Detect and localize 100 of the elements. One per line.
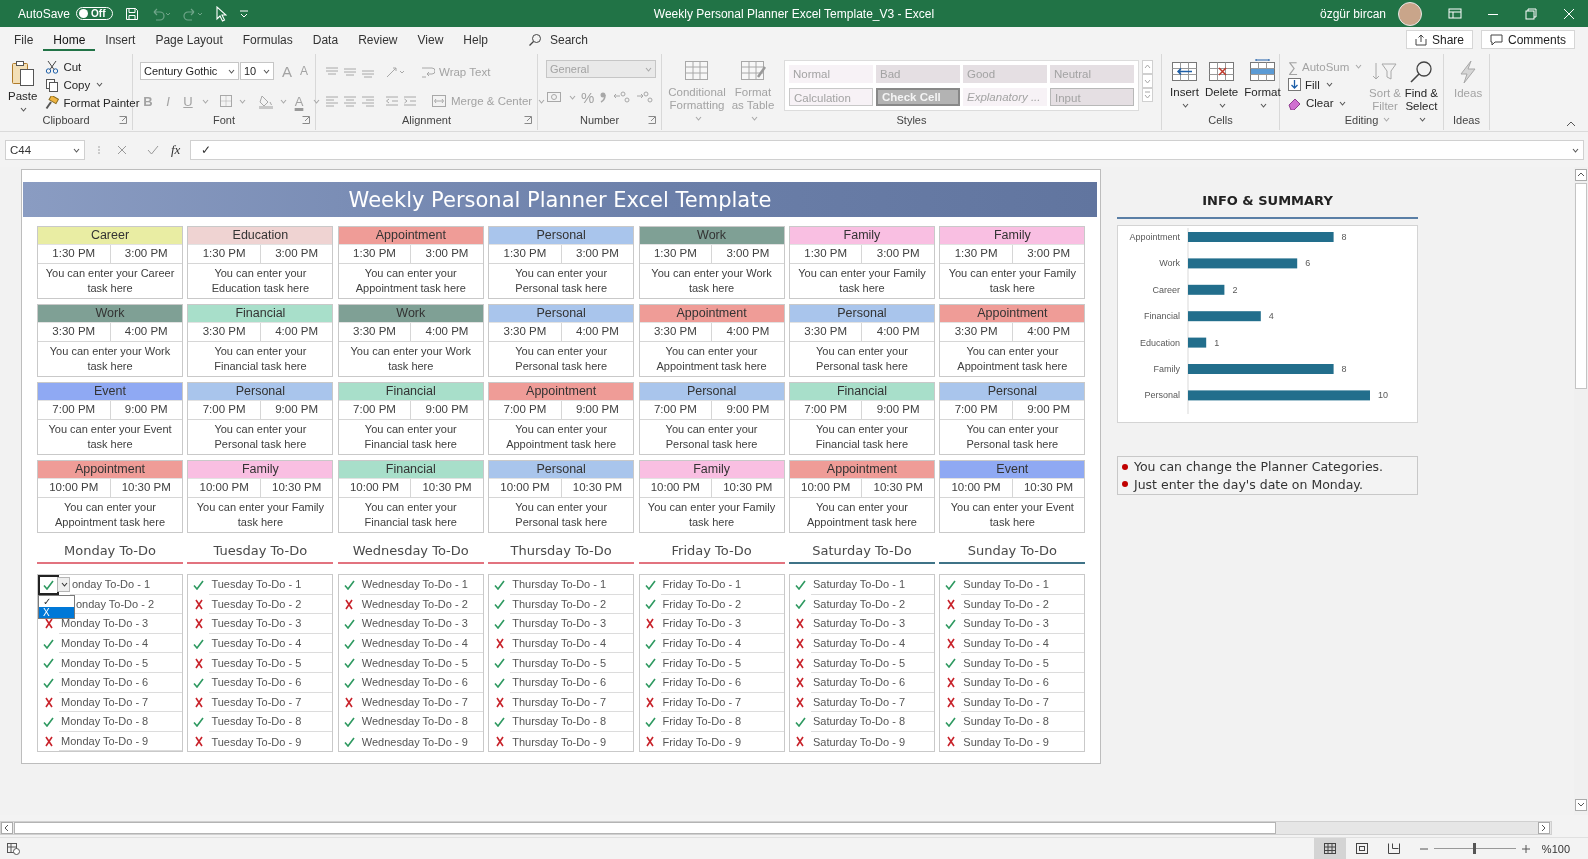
dropdown-button[interactable] xyxy=(57,577,70,593)
cross-icon[interactable] xyxy=(795,638,806,650)
check-icon[interactable] xyxy=(945,716,957,727)
delete-cells-button[interactable]: Delete xyxy=(1205,59,1239,112)
check-icon[interactable] xyxy=(644,579,656,590)
cross-icon[interactable] xyxy=(494,696,505,708)
find-select-button[interactable]: Find & Select xyxy=(1403,60,1439,112)
scroll-up-icon[interactable] xyxy=(1142,60,1153,74)
check-icon[interactable] xyxy=(343,736,355,747)
check-icon[interactable] xyxy=(43,716,54,727)
cut-button[interactable]: Cut xyxy=(45,58,140,76)
ribbon-tab[interactable]: Help xyxy=(453,28,498,51)
cross-icon[interactable] xyxy=(43,618,54,630)
dialog-launcher-icon[interactable] xyxy=(524,115,532,124)
cross-icon[interactable] xyxy=(795,618,806,630)
check-icon[interactable] xyxy=(494,716,506,727)
ribbon-tab[interactable]: Insert xyxy=(95,28,146,51)
insert-function-button[interactable]: fx xyxy=(171,142,181,158)
cross-icon[interactable] xyxy=(945,677,956,689)
check-icon[interactable] xyxy=(945,619,957,629)
cross-icon[interactable] xyxy=(193,657,204,669)
cross-icon[interactable] xyxy=(795,736,806,748)
cross-icon[interactable] xyxy=(193,736,204,748)
borders-icon[interactable] xyxy=(219,94,233,108)
check-icon[interactable] xyxy=(43,638,54,649)
cross-icon[interactable] xyxy=(193,618,204,630)
cross-icon[interactable] xyxy=(494,736,505,748)
insert-cells-button[interactable]: Insert xyxy=(1170,59,1199,112)
horizontal-scrollbar[interactable] xyxy=(0,821,1552,835)
search-field[interactable]: Search xyxy=(550,32,588,47)
cross-icon[interactable] xyxy=(795,657,806,669)
check-icon[interactable] xyxy=(343,619,355,629)
ribbon-tab[interactable]: View xyxy=(407,28,454,51)
check-icon[interactable] xyxy=(644,716,656,727)
redo-icon[interactable] xyxy=(182,6,203,21)
cross-icon[interactable] xyxy=(645,736,656,748)
check-icon[interactable] xyxy=(343,677,355,688)
zoom-in-icon[interactable] xyxy=(1521,844,1530,853)
check-icon[interactable] xyxy=(494,579,506,590)
accounting-icon[interactable] xyxy=(546,90,562,104)
cross-icon[interactable] xyxy=(795,696,806,708)
check-icon[interactable] xyxy=(644,658,656,669)
check-icon[interactable] xyxy=(644,677,656,688)
cross-icon[interactable] xyxy=(43,736,54,748)
font-name-field[interactable]: Century Gothic xyxy=(140,62,239,80)
pointer-icon[interactable] xyxy=(214,5,227,22)
paste-button[interactable]: Paste xyxy=(8,59,38,112)
cross-icon[interactable] xyxy=(945,736,956,748)
enter-icon[interactable] xyxy=(147,145,159,155)
dropdown-list[interactable]: ✓ X xyxy=(38,594,75,619)
format-painter-button[interactable]: Format Painter xyxy=(45,94,140,112)
check-icon[interactable] xyxy=(794,716,806,727)
share-button[interactable]: Share xyxy=(1405,30,1473,49)
ribbon-display-icon[interactable] xyxy=(1448,8,1462,19)
cross-icon[interactable] xyxy=(494,638,505,650)
cross-icon[interactable] xyxy=(945,638,956,650)
ribbon-tab[interactable]: Formulas xyxy=(232,28,303,51)
check-icon[interactable] xyxy=(43,658,54,669)
cross-icon[interactable] xyxy=(344,598,355,610)
format-cells-button[interactable]: Format xyxy=(1244,59,1281,112)
orientation-icon[interactable] xyxy=(385,64,407,79)
collapse-ribbon-icon[interactable] xyxy=(1566,121,1576,127)
close-icon[interactable] xyxy=(1563,7,1575,20)
cross-icon[interactable] xyxy=(193,696,204,708)
check-icon[interactable] xyxy=(193,677,205,688)
normal-view-button[interactable] xyxy=(1313,838,1346,859)
cross-icon[interactable] xyxy=(945,696,956,708)
fill-button[interactable]: Fill xyxy=(1288,76,1363,94)
slider-thumb[interactable] xyxy=(1473,843,1477,854)
check-icon[interactable] xyxy=(945,658,957,669)
check-icon[interactable] xyxy=(343,658,355,669)
avatar-icon[interactable] xyxy=(1398,1,1422,26)
check-icon[interactable] xyxy=(494,599,506,610)
scroll-down-icon[interactable] xyxy=(1142,74,1153,88)
customize-icon[interactable] xyxy=(238,8,249,19)
dialog-launcher-icon[interactable] xyxy=(119,115,127,124)
check-icon[interactable] xyxy=(794,599,806,610)
font-size-field[interactable]: 10 xyxy=(240,62,274,80)
cross-icon[interactable] xyxy=(945,598,956,610)
check-icon[interactable] xyxy=(193,638,205,649)
check-icon[interactable] xyxy=(945,579,957,590)
macro-record-icon[interactable] xyxy=(6,842,20,855)
check-icon[interactable] xyxy=(794,579,806,590)
dialog-launcher-icon[interactable] xyxy=(302,115,310,124)
ribbon-tab[interactable]: Review xyxy=(348,28,408,51)
formula-field[interactable]: ✓ xyxy=(190,140,1584,160)
check-icon[interactable] xyxy=(43,677,54,688)
save-icon[interactable] xyxy=(124,6,139,21)
check-icon[interactable] xyxy=(494,619,506,629)
check-icon[interactable] xyxy=(343,716,355,727)
ribbon-tab[interactable]: Home xyxy=(43,28,96,51)
gallery-more-icon[interactable] xyxy=(1142,88,1153,102)
ribbon-tab[interactable]: Data xyxy=(302,28,349,51)
check-icon[interactable] xyxy=(644,599,656,610)
dialog-launcher-icon[interactable] xyxy=(648,115,656,124)
check-icon[interactable] xyxy=(343,638,355,649)
check-icon[interactable] xyxy=(193,579,205,590)
check-icon[interactable] xyxy=(343,579,355,590)
name-box[interactable]: C44 xyxy=(5,140,85,160)
restore-icon[interactable] xyxy=(1525,7,1537,20)
